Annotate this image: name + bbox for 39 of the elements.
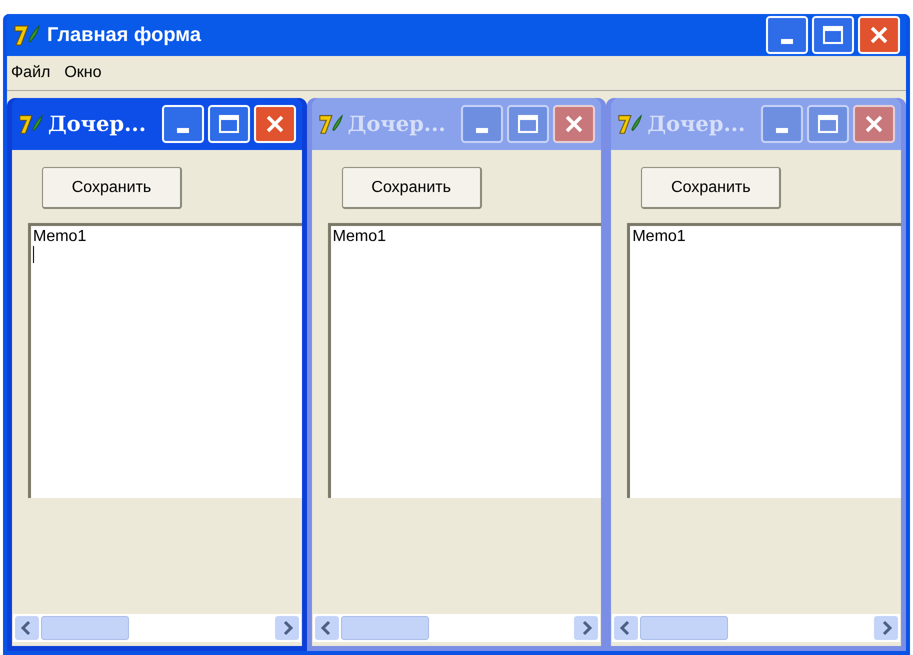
scroll-right-icon[interactable] [274, 616, 299, 640]
save-button[interactable]: Сохранить [641, 167, 782, 209]
menu-item[interactable]: Окно [64, 61, 102, 85]
horizontal-scrollbar[interactable] [612, 614, 900, 642]
maximize-button[interactable] [507, 105, 550, 143]
maximize-button[interactable] [807, 105, 850, 143]
scroll-left-icon[interactable] [15, 616, 39, 640]
minimize-button[interactable] [461, 105, 504, 143]
menu-item[interactable]: Файл [11, 61, 50, 85]
close-icon [869, 25, 889, 45]
scroll-thumb[interactable] [640, 616, 728, 640]
app-logo-icon [617, 112, 644, 136]
memo-field[interactable]: Memo1 [28, 223, 302, 498]
text-cursor [33, 246, 34, 263]
horizontal-scrollbar[interactable] [13, 614, 301, 642]
scroll-thumb[interactable] [41, 616, 129, 640]
close-button[interactable] [553, 105, 596, 143]
close-button[interactable] [853, 105, 896, 143]
app-logo-icon [18, 112, 44, 136]
save-button[interactable]: Сохранить [42, 167, 182, 209]
save-button[interactable]: Сохранить [342, 167, 482, 209]
close-icon [864, 114, 884, 134]
horizontal-scrollbar[interactable] [312, 614, 600, 642]
window-title: Главная форма [47, 23, 202, 48]
close-icon [564, 114, 584, 134]
child-window-title: Дочер... [647, 110, 746, 138]
memo-field[interactable]: Memo1 [328, 223, 602, 498]
scroll-right-icon[interactable] [874, 616, 898, 640]
scroll-left-icon[interactable] [614, 616, 638, 640]
memo-field[interactable]: Memo1 [627, 223, 902, 498]
scroll-thumb[interactable] [340, 616, 429, 640]
app-logo-icon [318, 112, 344, 136]
scroll-right-icon[interactable] [574, 616, 598, 640]
close-icon [264, 114, 285, 134]
app-logo-icon [13, 23, 41, 47]
child-window-title: Дочер... [348, 110, 447, 138]
minimize-button[interactable] [761, 105, 804, 143]
child-window-title: Дочер... [48, 110, 148, 138]
scroll-left-icon[interactable] [314, 616, 339, 640]
